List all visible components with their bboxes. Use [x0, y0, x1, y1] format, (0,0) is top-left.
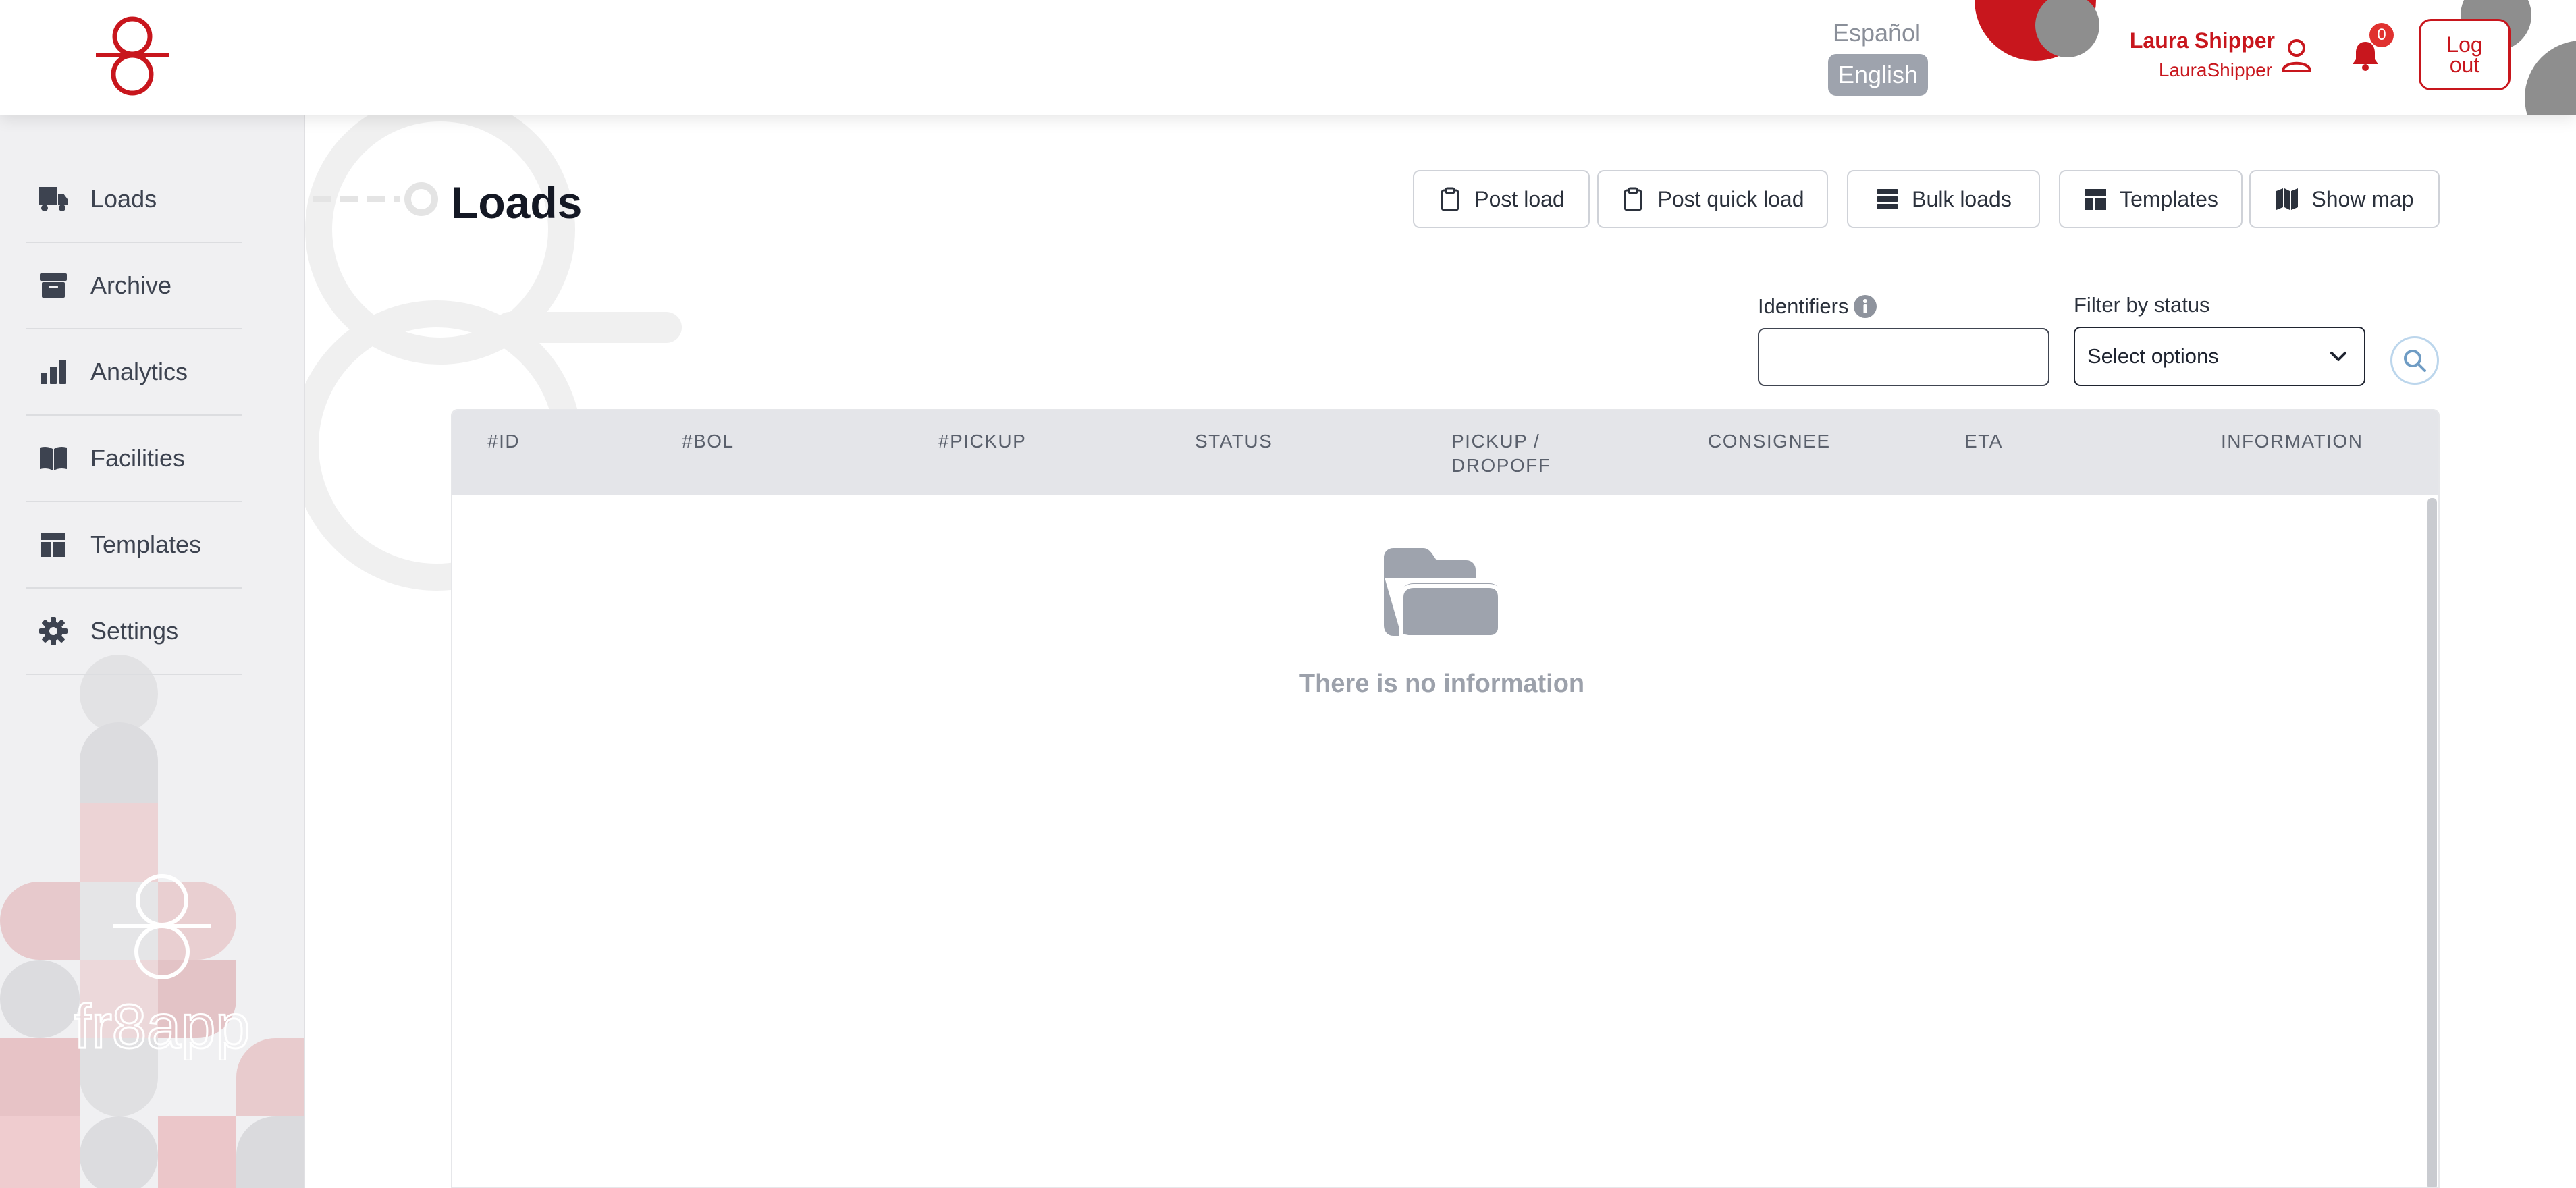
user-name: Laura Shipper: [2129, 28, 2275, 53]
sidebar-item-label: Settings: [90, 617, 179, 645]
template-layout-icon: [2085, 189, 2107, 210]
filter-status-label: Filter by status: [2074, 293, 2210, 317]
show-map-label: Show map: [2311, 186, 2414, 211]
column-header-pickup-dropoff[interactable]: PICKUP / DROPOFF: [1451, 429, 1566, 478]
chevron-down-icon: [2330, 352, 2346, 361]
template-layout-icon: [36, 528, 70, 562]
column-header-id[interactable]: #ID: [487, 429, 520, 454]
column-header-status[interactable]: STATUS: [1195, 429, 1272, 454]
user-handle: LauraShipper: [2158, 59, 2272, 80]
post-quick-load-label: Post quick load: [1657, 186, 1804, 211]
status-select-placeholder: Select options: [2087, 344, 2219, 368]
show-map-button[interactable]: Show map: [2249, 170, 2440, 228]
sidebar-item-label: Archive: [90, 271, 172, 299]
bulk-loads-button[interactable]: Bulk loads: [1847, 170, 2040, 228]
empty-folder-icon: [1384, 548, 1502, 639]
post-quick-load-button[interactable]: Post quick load: [1597, 170, 1828, 228]
header-decoration-gray-circle: [2035, 0, 2099, 57]
sidebar-item-label: Loads: [90, 185, 157, 213]
stack-icon: [1877, 189, 1899, 209]
loads-table: #ID #BOL #PICKUP STATUS PICKUP / DROPOFF…: [451, 409, 2440, 1188]
search-button[interactable]: [2390, 336, 2439, 385]
sidebar-item-templates[interactable]: Templates: [26, 502, 242, 589]
status-filter-select[interactable]: Select options: [2074, 327, 2365, 386]
fr8app-logo[interactable]: [95, 14, 170, 98]
sidebar-item-settings[interactable]: Settings: [26, 589, 242, 675]
table-scrollbar[interactable]: [2427, 498, 2437, 1187]
archive-box-icon: [36, 269, 70, 302]
language-espanol[interactable]: Español: [1829, 19, 1924, 47]
sidebar: Loads Archive Analytics Facilities Templ…: [0, 115, 305, 1188]
post-load-label: Post load: [1474, 186, 1565, 211]
table-header: #ID #BOL #PICKUP STATUS PICKUP / DROPOFF…: [452, 410, 2438, 495]
brand-wordmark: fr8app: [74, 992, 250, 1060]
top-header: Español English Laura Shipper LauraShipp…: [0, 0, 2576, 115]
logout-button[interactable]: Log out: [2419, 19, 2511, 90]
column-header-consignee[interactable]: CONSIGNEE: [1708, 429, 1831, 454]
user-profile-icon[interactable]: [2280, 38, 2313, 73]
column-header-information[interactable]: INFORMATION: [2221, 429, 2363, 454]
search-icon: [2404, 350, 2426, 372]
header-decoration-gray-circle-large: [2525, 40, 2576, 115]
sidebar-item-label: Analytics: [90, 358, 188, 385]
truck-icon: [36, 182, 70, 216]
clipboard-icon: [1441, 187, 1459, 211]
sidebar-item-archive[interactable]: Archive: [26, 243, 242, 329]
clipboard-icon: [1624, 187, 1642, 211]
notification-count-badge: 0: [2369, 23, 2394, 47]
sidebar-item-analytics[interactable]: Analytics: [26, 329, 242, 416]
gear-icon: [36, 614, 70, 648]
identifiers-label: Identifiers: [1758, 294, 1849, 318]
bar-chart-icon: [36, 355, 70, 389]
templates-button[interactable]: Templates: [2059, 170, 2243, 228]
column-header-pickup[interactable]: #PICKUP: [938, 429, 1026, 454]
identifiers-input[interactable]: [1758, 328, 2049, 386]
column-header-bol[interactable]: #BOL: [682, 429, 734, 454]
column-header-eta[interactable]: ETA: [1964, 429, 2003, 454]
book-icon: [36, 441, 70, 475]
empty-state-message: There is no information: [1299, 670, 1585, 698]
templates-label: Templates: [2120, 186, 2218, 211]
post-load-button[interactable]: Post load: [1413, 170, 1590, 228]
info-icon[interactable]: [1853, 294, 1877, 319]
bulk-loads-label: Bulk loads: [1912, 186, 2012, 211]
language-english[interactable]: English: [1828, 54, 1928, 96]
fr8app-brand-logo: fr8app: [73, 874, 251, 1060]
sidebar-item-label: Templates: [90, 531, 202, 558]
map-icon: [2276, 188, 2299, 210]
sidebar-item-facilities[interactable]: Facilities: [26, 416, 242, 502]
sidebar-item-loads[interactable]: Loads: [26, 157, 242, 243]
page-title: Loads: [451, 178, 583, 227]
sidebar-item-label: Facilities: [90, 444, 186, 472]
